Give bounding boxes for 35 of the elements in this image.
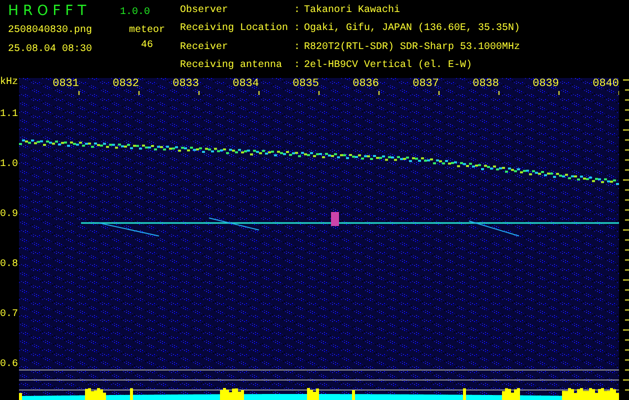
- time-label: 0831: [52, 78, 79, 91]
- time-label: 0840: [592, 78, 619, 91]
- time-label: 0833: [172, 78, 199, 91]
- frequency-label: 0.6: [0, 358, 19, 372]
- info-label: Receiving Location: [180, 23, 290, 36]
- info-value: R820T2(RTL-SDR) SDR-Sharp 53.1000MHz: [304, 42, 520, 54]
- frequency-label: 1.1: [0, 108, 19, 122]
- info-label: Receiving antenna: [180, 60, 284, 73]
- meteor-label: meteor: [128, 24, 165, 37]
- unit-label: kHz: [0, 78, 19, 88]
- info-value: Takanori Kawachi: [304, 5, 402, 18]
- info-separator: :: [294, 60, 302, 73]
- time-label: 0835: [292, 78, 319, 91]
- file-name: 2508040830.png: [8, 24, 94, 37]
- frequency-label: 0.8: [0, 258, 19, 272]
- info-label: Observer: [180, 5, 230, 18]
- time-label: 0837: [412, 78, 439, 91]
- time-label: 0838: [472, 78, 499, 91]
- frequency-label: 0.9: [0, 208, 19, 222]
- frequency-label: 1.0: [0, 158, 19, 172]
- info-separator: :: [294, 42, 302, 54]
- info-label: Receiver: [180, 42, 230, 54]
- time-label: 0839: [532, 78, 559, 91]
- timestamp: 25.08.04 08:30: [8, 43, 94, 56]
- version-label: 1.0.0: [120, 7, 150, 18]
- app-title: H R O F F T: [8, 3, 86, 19]
- meteor-count: 46: [140, 39, 153, 52]
- info-value: 2el-HB9CV Vertical (el. E-W): [304, 60, 474, 73]
- time-label: 0834: [232, 78, 259, 91]
- time-label: 0836: [352, 78, 379, 91]
- frequency-label: 0.7: [0, 308, 19, 322]
- info-separator: :: [294, 5, 302, 18]
- info-separator: :: [294, 23, 302, 36]
- info-value: Ogaki, Gifu, JAPAN (136.60E, 35.35N): [304, 23, 520, 36]
- time-label: 0832: [112, 78, 139, 91]
